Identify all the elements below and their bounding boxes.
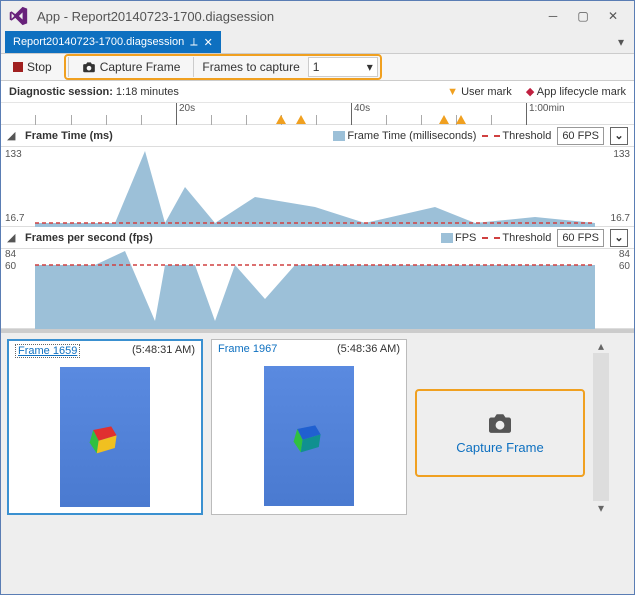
chart-menu-button[interactable]: ⌄ xyxy=(610,229,628,247)
user-mark-icon xyxy=(276,115,286,124)
fps-chart[interactable]: 84 60 84 60 xyxy=(1,249,634,329)
frames-to-capture-select[interactable]: 1 ▾ xyxy=(308,57,378,77)
frame-time-series-legend: Frame Time (milliseconds) xyxy=(333,130,476,142)
chart-menu-button[interactable]: ⌄ xyxy=(610,127,628,145)
separator xyxy=(68,57,69,77)
scroll-track[interactable] xyxy=(593,353,609,501)
frame-time-header: ◢ Frame Time (ms) Frame Time (millisecon… xyxy=(1,125,634,147)
tab-close-icon[interactable]: ✕ xyxy=(204,36,213,49)
maximize-button[interactable]: ▢ xyxy=(568,5,598,27)
fps-plot xyxy=(35,249,595,329)
ruler-tick: 1:00min xyxy=(526,103,565,125)
document-tab[interactable]: Report20140723-1700.diagsession ⟂ ✕ xyxy=(5,31,221,53)
stop-label: Stop xyxy=(27,60,52,74)
scroll-down-icon[interactable]: ▾ xyxy=(593,501,609,515)
cube-icon xyxy=(290,420,326,456)
user-mark-icon xyxy=(296,115,306,124)
capture-frame-label: Capture Frame xyxy=(100,60,181,74)
y-axis-max: 133 xyxy=(5,149,22,160)
fps-select[interactable]: 60 FPS xyxy=(557,229,604,247)
window-title: App - Report20140723-1700.diagsession xyxy=(37,9,538,24)
title-bar: App - Report20140723-1700.diagsession ─ … xyxy=(1,1,634,31)
frame-name[interactable]: Frame 1967 xyxy=(218,343,277,355)
stop-button[interactable]: Stop xyxy=(7,58,58,76)
collapse-icon[interactable]: ◢ xyxy=(7,129,19,142)
frames-value: 1 xyxy=(313,60,320,74)
capture-frame-card: Capture Frame xyxy=(415,339,585,515)
fps-title: Frames per second (fps) xyxy=(25,232,153,244)
frame-preview xyxy=(9,361,201,513)
y-axis-min: 16.7 xyxy=(5,213,24,224)
close-button[interactable]: ✕ xyxy=(598,5,628,27)
user-mark-legend: ▼ User mark xyxy=(447,86,512,98)
frame-thumbnails-row: Frame 1659 (5:48:31 AM) Frame 1967 (5:48… xyxy=(1,329,634,521)
lifecycle-mark-legend: ◆ App lifecycle mark xyxy=(526,85,626,98)
y-axis-max: 84 xyxy=(5,249,16,260)
frame-name[interactable]: Frame 1659 xyxy=(15,344,80,358)
cube-icon xyxy=(86,421,122,457)
threshold-legend: Threshold xyxy=(482,130,551,142)
separator xyxy=(193,57,194,77)
user-mark-icon xyxy=(439,115,449,124)
fps-select[interactable]: 60 FPS xyxy=(557,127,604,145)
camera-icon xyxy=(486,412,514,434)
fps-header: ◢ Frames per second (fps) FPS Threshold … xyxy=(1,227,634,249)
frame-time-plot xyxy=(35,147,595,227)
scroll-up-icon[interactable]: ▴ xyxy=(593,339,609,353)
fps-series-legend: FPS xyxy=(441,232,476,244)
y-axis-mid-r: 60 xyxy=(619,261,630,272)
chevron-down-icon: ▾ xyxy=(367,60,373,74)
user-mark-icon xyxy=(456,115,466,124)
session-label: Diagnostic session: xyxy=(9,86,113,98)
chevron-down-icon: ⌄ xyxy=(614,231,623,244)
session-duration: 1:18 minutes xyxy=(116,86,179,98)
stop-icon xyxy=(13,62,23,72)
frame-time-chart[interactable]: 133 16.7 133 16.7 xyxy=(1,147,634,227)
timeline-ruler[interactable]: 20s 40s 1:00min xyxy=(1,103,634,125)
pin-icon[interactable]: ⟂ xyxy=(190,36,197,49)
toolbar: Stop Capture Frame Frames to capture 1 ▾ xyxy=(1,53,634,81)
chevron-down-icon: ⌄ xyxy=(614,129,623,142)
frame-time: (5:48:36 AM) xyxy=(337,343,400,355)
y-axis-min-r: 16.7 xyxy=(611,213,630,224)
ruler-tick: 20s xyxy=(176,103,195,125)
visual-studio-icon xyxy=(7,5,29,27)
threshold-legend: Threshold xyxy=(482,232,551,244)
y-axis-mid: 60 xyxy=(5,261,16,272)
frame-thumbnail[interactable]: Frame 1967 (5:48:36 AM) xyxy=(211,339,407,515)
frame-time-title: Frame Time (ms) xyxy=(25,130,113,142)
frame-preview xyxy=(212,358,406,514)
frame-thumbnail[interactable]: Frame 1659 (5:48:31 AM) xyxy=(7,339,203,515)
y-axis-max-r: 133 xyxy=(613,149,630,160)
collapse-icon[interactable]: ◢ xyxy=(7,231,19,244)
y-axis-max-r: 84 xyxy=(619,249,630,260)
session-info-row: Diagnostic session: 1:18 minutes ▼ User … xyxy=(1,81,634,103)
camera-icon xyxy=(82,61,96,73)
capture-frame-tile[interactable]: Capture Frame xyxy=(415,339,585,515)
capture-frame-label: Capture Frame xyxy=(456,440,543,455)
document-tab-label: Report20140723-1700.diagsession xyxy=(13,36,184,48)
frames-to-capture-label: Frames to capture xyxy=(198,60,303,74)
ruler-tick: 40s xyxy=(351,103,370,125)
vertical-scrollbar[interactable]: ▴ ▾ xyxy=(593,339,609,515)
frame-time: (5:48:31 AM) xyxy=(132,344,195,358)
capture-toolbar-highlight: Capture Frame Frames to capture 1 ▾ xyxy=(64,54,382,80)
tab-menu-dropdown[interactable]: ▾ xyxy=(618,35,624,49)
minimize-button[interactable]: ─ xyxy=(538,5,568,27)
document-tab-row: Report20140723-1700.diagsession ⟂ ✕ ▾ xyxy=(1,31,634,53)
capture-frame-button[interactable]: Capture Frame xyxy=(73,57,190,77)
